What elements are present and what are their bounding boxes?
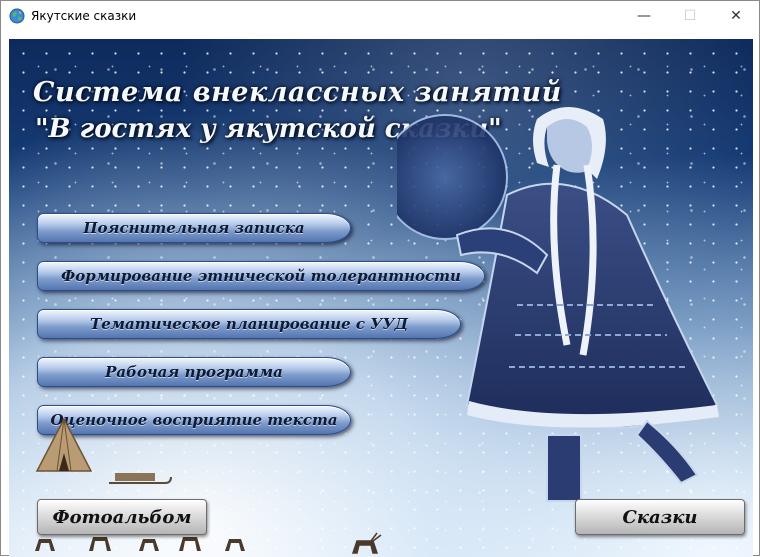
window-title: Якутские сказки [31,9,137,23]
close-icon: ✕ [730,8,742,24]
globe-icon [9,8,25,24]
minimize-button[interactable]: — [621,1,667,31]
menu-button-label: Пояснительная записка [83,219,305,237]
photo-album-label: Фотоальбом [52,506,192,528]
menu-button-label: Рабочая программа [105,363,283,381]
background-scene: Система внеклассных занятий "В гостях у … [9,39,753,557]
menu-button-work-program[interactable]: Рабочая программа [37,357,351,387]
maximize-button[interactable]: ☐ [667,1,713,31]
photo-album-button[interactable]: Фотоальбом [37,499,207,535]
yurt-tent-illustration [35,417,93,472]
title-bar[interactable]: Якутские сказки — ☐ ✕ [1,1,759,31]
menu-button-label: Формирование этнической толерантности [61,267,461,285]
reindeer-illustration [351,532,382,554]
close-button[interactable]: ✕ [713,1,759,31]
menu-button-ethnic-tolerance[interactable]: Формирование этнической толерантности [37,261,485,291]
title-line-1: Система внеклассных занятий [33,77,562,108]
minimize-icon: — [637,8,651,24]
sled-illustration [109,473,172,484]
app-window: Якутские сказки — ☐ ✕ Система внеклассны… [0,0,760,557]
tales-label: Сказки [622,506,698,528]
menu-button-thematic-planning[interactable]: Тематическое планирование с УУД [37,309,461,339]
tales-button[interactable]: Сказки [575,499,745,535]
menu-button-label: Тематическое планирование с УУД [90,315,408,333]
maximize-icon: ☐ [683,8,697,24]
menu-button-explanatory-note[interactable]: Пояснительная записка [37,213,351,243]
window-controls: — ☐ ✕ [621,1,759,31]
